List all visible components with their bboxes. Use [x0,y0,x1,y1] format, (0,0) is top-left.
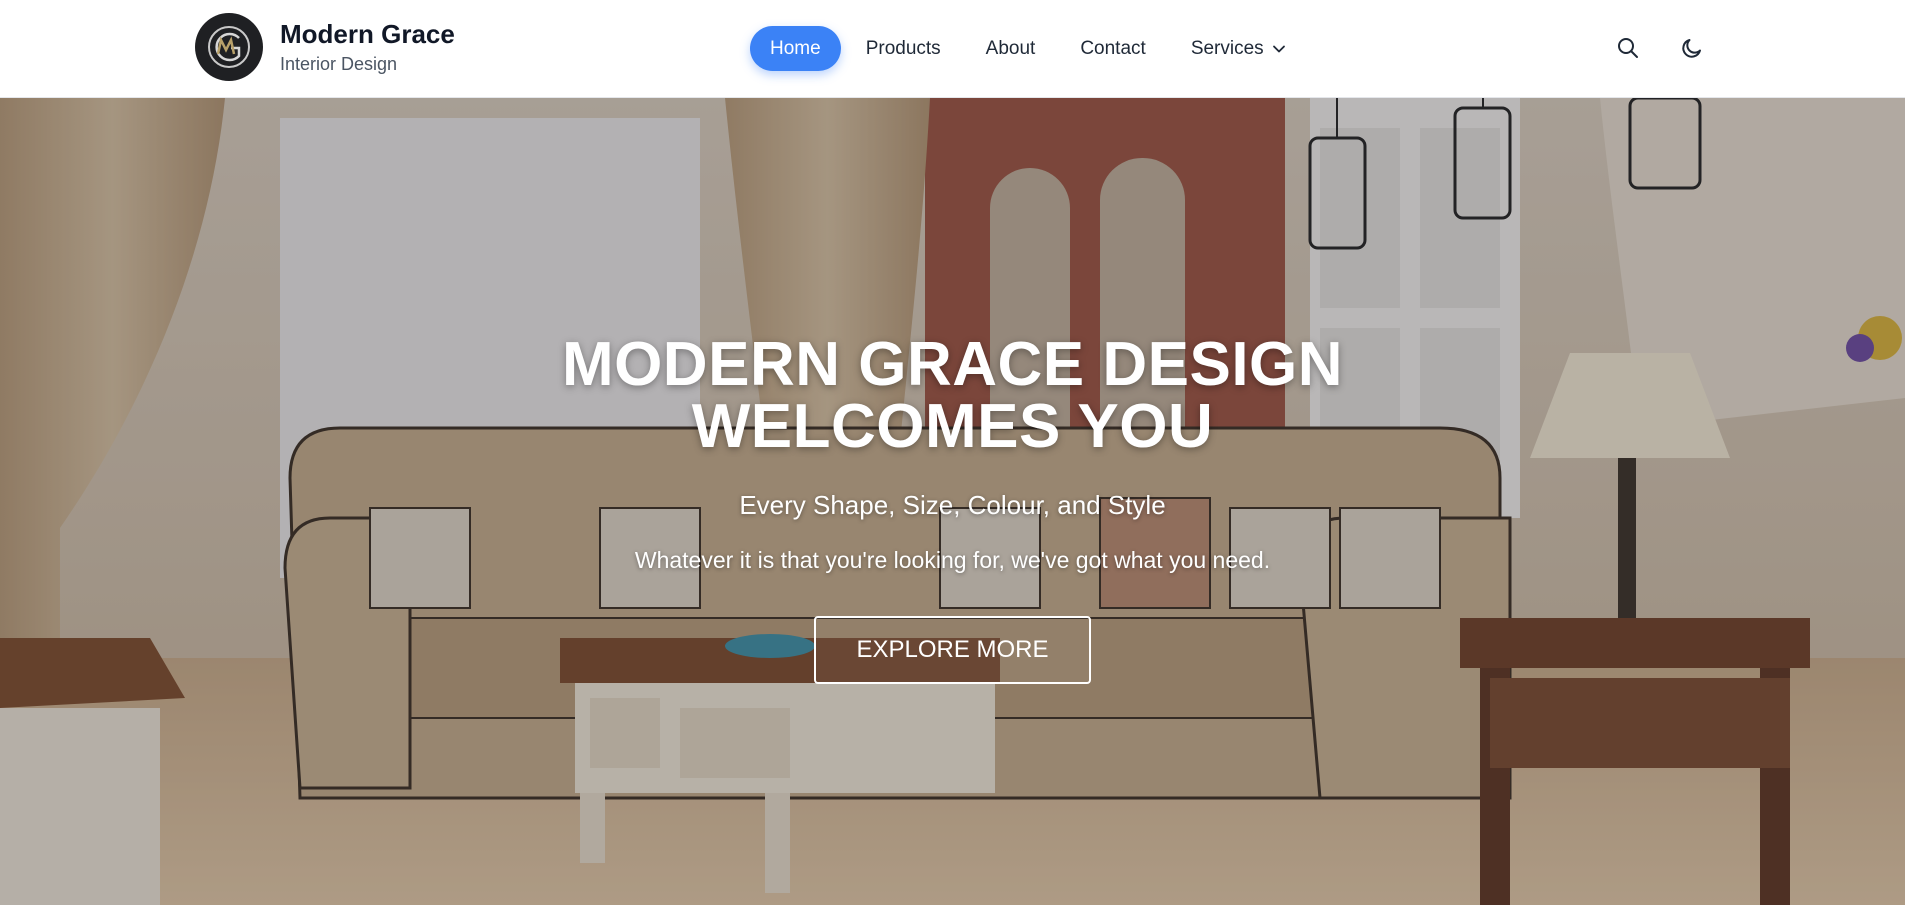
hero-description: Whatever it is that you're looking for, … [634,547,1271,573]
hero-subtitle: Every Shape, Size, Colour, and Style [739,490,1166,520]
nav-services-label: Services [1190,37,1264,59]
nav-about[interactable]: About [966,26,1056,71]
hero-content: MODERN GRACE DESIGN WELCOMES YOU Every S… [0,334,1905,684]
nav-products[interactable]: Products [846,26,961,71]
chevron-down-icon [1272,42,1286,56]
search-icon [1618,38,1638,58]
site-header: Modern Grace Interior Design Home Produc… [0,0,1905,98]
explore-more-button[interactable]: EXPLORE MORE [814,616,1091,684]
hero-title-line-1: MODERN GRACE DESIGN [561,330,1344,399]
theme-toggle-button[interactable] [1674,30,1710,66]
brand-subtitle: Interior Design [280,54,398,74]
mg-monogram-logo-icon [208,26,250,68]
nav-about-label: About [985,37,1036,59]
moon-icon [1682,39,1701,58]
hero-title-line-2: WELCOMES YOU [691,392,1214,461]
search-button[interactable] [1610,30,1646,66]
logo[interactable] [195,13,263,81]
nav-services[interactable]: Services [1171,26,1306,71]
brand-title: Modern Grace [280,19,455,49]
nav-home-label: Home [770,37,821,59]
main-nav: Home Products About Contact Services [750,26,1311,71]
nav-contact[interactable]: Contact [1060,26,1165,71]
nav-products-label: Products [865,37,941,59]
hero-title: MODERN GRACE DESIGN WELCOMES YOU [0,334,1905,458]
brand: Modern Grace Interior Design [280,18,455,76]
hero-section: MODERN GRACE DESIGN WELCOMES YOU Every S… [0,98,1905,905]
nav-home[interactable]: Home [750,26,841,71]
nav-contact-label: Contact [1080,37,1146,59]
